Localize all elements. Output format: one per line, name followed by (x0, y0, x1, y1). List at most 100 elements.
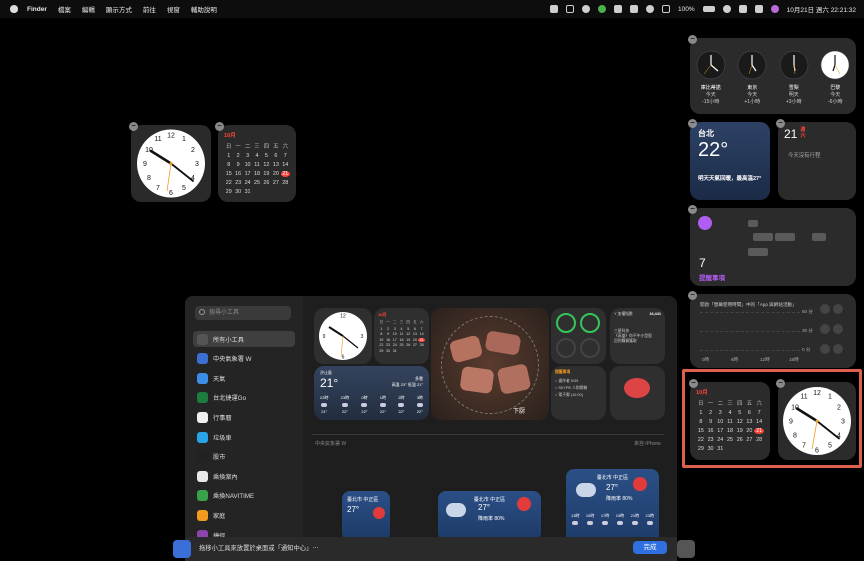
gridline (700, 312, 800, 313)
search-icon[interactable] (722, 5, 731, 13)
cwa-medium-widget[interactable]: 臺北市 中正區 27° 降雨率 80% (438, 491, 541, 541)
sidebar-item-label: 所有小工具 (213, 336, 244, 344)
sidebar-item[interactable]: 乘換案內 (193, 468, 295, 484)
menu-window[interactable]: 視窗 (167, 4, 180, 14)
s-app-icon[interactable] (550, 5, 558, 13)
reminder-item[interactable]: ○ SKYPE 人和實驗 (555, 385, 602, 392)
desktop-calendar-widget[interactable]: 10月 日一二三四五六 1 2 3 4 5 6 7 8 9 10 11 12 13 14 15 16 17 18 19… (218, 125, 296, 202)
preview-stocks-widget[interactable]: Y 加權指數 16,441 三星科技 《高盛》你不中小型股 回到購買獲取 (610, 308, 665, 364)
sidebar-item[interactable]: 中央氣象署 W (193, 351, 295, 367)
reminder-item[interactable]: ○ 電子郵 (10:00) (555, 392, 602, 399)
trash-dock-icon[interactable] (677, 540, 695, 558)
app-icon (197, 333, 208, 345)
hour-label: 22時 (320, 395, 329, 400)
done-button[interactable]: 完成 (633, 541, 667, 554)
calendar-day-cell: 30 (386, 348, 391, 353)
preview-clock-widget[interactable]: 12 3 6 9 (314, 308, 372, 364)
hour-label: 15時 (585, 513, 595, 518)
reminder-text: 電子郵 (10:00) (558, 393, 583, 397)
calendar-day-cell: 17 (244, 171, 251, 177)
world-clock-city: 雪梨 (788, 85, 799, 91)
weather-widget[interactable]: 台北 22° 明天天氣回暖，最高溫27° (690, 122, 770, 200)
menu-help[interactable]: 輔助說明 (191, 4, 217, 14)
cwa-small-widget[interactable]: 臺北市 中正區 27° (342, 491, 390, 541)
calendar-small-widget[interactable]: 21 週六 今天沒有行程 (778, 122, 856, 200)
calendar-day-cell: 12 (406, 332, 411, 336)
menu-file[interactable]: 檔案 (58, 4, 71, 14)
remove-widget-icon[interactable]: − (688, 291, 697, 300)
preview-batteries-widget[interactable] (551, 308, 606, 364)
sidebar-item[interactable]: 乘換NAVITIME (193, 488, 295, 504)
calendar-day-cell: 23 (235, 180, 242, 186)
calendar-month: 10月 (378, 312, 387, 317)
calendar-day-cell: 17 (392, 337, 397, 342)
mini-clock-face (738, 50, 767, 80)
sidebar-item-label: 家庭 (213, 512, 226, 520)
remove-widget-icon[interactable]: − (215, 122, 224, 131)
svg-text:9: 9 (323, 334, 326, 340)
input-source-icon[interactable] (662, 5, 670, 13)
calendar-day-cell (271, 189, 280, 195)
remove-widget-icon[interactable]: − (688, 35, 697, 44)
apple-menu-icon[interactable] (10, 5, 18, 13)
cwa-hour: 21時 (631, 513, 639, 527)
reminder-item[interactable]: ○ 畫作者 5/39 (555, 378, 602, 385)
control-center-icon[interactable] (754, 5, 763, 13)
sidebar-item-label: 乘換NAVITIME (213, 493, 255, 501)
siri-icon[interactable] (770, 5, 779, 13)
screen-time-widget[interactable]: 開啟「螢幕使用時間」中的「App 與網站活動」 60 分 30 分 0 分 0時 6時 1… (690, 294, 856, 368)
sidebar-item[interactable]: 家庭 (193, 507, 295, 523)
x-axis-label: 6時 (731, 357, 739, 362)
svg-text:12: 12 (340, 314, 346, 320)
calendar-day-cell: 26 (263, 180, 270, 186)
line-icon[interactable] (598, 5, 606, 13)
sidebar-item[interactable]: 台北捷運Go (193, 390, 295, 406)
wifi-icon[interactable] (738, 5, 747, 13)
remove-widget-icon[interactable]: − (776, 119, 785, 128)
menu-go[interactable]: 前往 (143, 4, 156, 14)
calendar-day-cell: 31 (392, 348, 397, 353)
preview-photo-widget[interactable]: 下厨 (431, 308, 549, 420)
battery-icon[interactable] (702, 6, 715, 12)
remove-widget-icon[interactable]: − (129, 122, 138, 131)
hourly-forecast: 2時 22° (398, 395, 404, 414)
square-app-icon[interactable] (566, 5, 574, 13)
hour-label: 3時 (416, 395, 423, 400)
tool-icon[interactable] (614, 5, 622, 13)
calendar-day-cell: 5 (407, 326, 410, 331)
sidebar-item[interactable]: 天氣 (193, 370, 295, 386)
preview-shortcuts-widget[interactable] (610, 366, 665, 420)
menu-clock[interactable]: 10月21日 週六 22:21:32 (787, 4, 856, 14)
calendar-day-cell: 1 (227, 153, 231, 159)
weekday-label: 一 (235, 144, 241, 150)
reminders-widget[interactable]: 7 提醒事項 (690, 208, 856, 286)
remove-widget-icon[interactable]: − (688, 119, 697, 128)
calendar-day-cell: 16 (386, 337, 391, 342)
calendar-day-cell: 7 (420, 326, 423, 331)
search-input[interactable]: 搜尋小工具 (195, 306, 291, 320)
world-clock-day: 明天 (788, 92, 799, 98)
sidebar-item[interactable]: 所有小工具 (193, 331, 295, 347)
history-icon[interactable] (582, 5, 590, 13)
calendar-day-cell: 4 (255, 153, 259, 159)
cloud-icon (321, 403, 328, 407)
sidebar-item[interactable]: 垃圾車 (193, 429, 295, 445)
fork-icon[interactable] (630, 5, 638, 13)
finder-dock-icon[interactable] (173, 540, 191, 558)
desktop-clock-widget[interactable]: 12 3 6 9 1245 7 8 10 11 (131, 125, 211, 202)
preview-reminders-widget[interactable]: 提醒事項 ○ 畫作者 5/39 ○ SKYPE 人和實驗 ○ 電子郵 (10:00) (551, 366, 606, 420)
sidebar-item[interactable]: 行事曆 (193, 409, 295, 425)
sidebar-item-label: 天氣 (213, 375, 226, 383)
menu-finder[interactable]: Finder (27, 6, 47, 13)
mini-clock-face (779, 50, 808, 80)
x-axis-label: 12時 (760, 357, 770, 362)
preview-weather-widget[interactable]: 汐止區 21° 多雲 高溫 23° 低溫 21° 22時 21° 23時 22° 0時 22… (314, 366, 429, 420)
sidebar-item[interactable]: 股市 (193, 449, 295, 465)
play-icon[interactable] (646, 5, 654, 13)
menu-view[interactable]: 顯示方式 (106, 4, 132, 14)
remove-widget-icon[interactable]: − (688, 205, 697, 214)
preview-calendar-widget[interactable]: 10月 日一二三四五六 1 2 3 4 5 6 7 8 9 10 11 12 13 14 15 16 17 18 19… (374, 308, 429, 364)
menu-edit[interactable]: 編輯 (82, 4, 95, 14)
reminder-list-icon (698, 216, 712, 230)
world-clock-widget[interactable]: 庫比蒂諾 今天 -15小時 東京 今天 +1小時 雪梨 明天 +3小時 巴黎 今天 -6小時 (690, 38, 856, 114)
